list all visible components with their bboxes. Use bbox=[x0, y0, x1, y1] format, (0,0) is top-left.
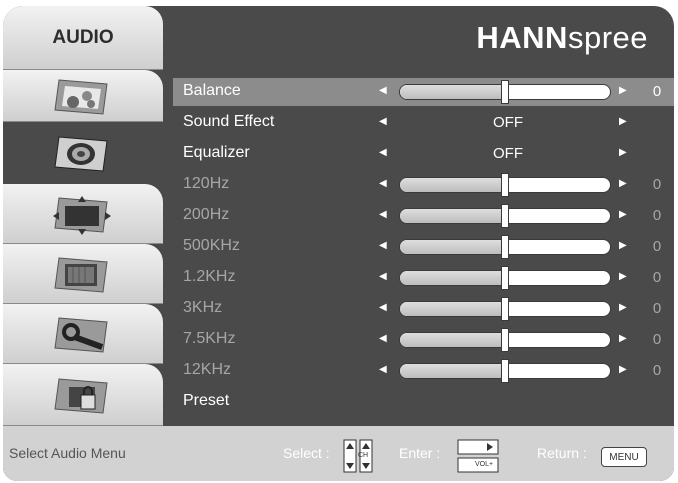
setting-row-sound-effect[interactable]: Sound Effect ◀ ▶ OFF bbox=[173, 109, 674, 137]
left-arrow-icon[interactable]: ◀ bbox=[379, 116, 387, 127]
setting-value: 0 bbox=[652, 207, 662, 224]
right-arrow-icon[interactable]: ▶ bbox=[619, 271, 627, 282]
slider-knob[interactable] bbox=[501, 235, 509, 259]
setting-value: OFF bbox=[493, 145, 523, 162]
right-arrow-icon[interactable]: ▶ bbox=[619, 116, 627, 127]
left-arrow-icon[interactable]: ◀ bbox=[379, 364, 387, 375]
left-arrow-icon[interactable]: ◀ bbox=[379, 209, 387, 220]
left-arrow-icon[interactable]: ◀ bbox=[379, 240, 387, 251]
right-arrow-icon[interactable]: ▶ bbox=[619, 147, 627, 158]
setting-label: 3KHz bbox=[183, 299, 223, 316]
setting-label: 500KHz bbox=[183, 237, 240, 254]
right-arrow-icon[interactable]: ▶ bbox=[619, 364, 627, 375]
right-arrow-icon[interactable]: ▶ bbox=[619, 209, 627, 220]
right-arrow-icon[interactable]: ▶ bbox=[619, 240, 627, 251]
pc-monitor-icon bbox=[51, 252, 113, 296]
setting-value: 0 bbox=[652, 83, 662, 100]
sidebar-tab-speaker[interactable] bbox=[3, 122, 163, 184]
setting-label: 7.5KHz bbox=[183, 330, 236, 347]
setting-value: 0 bbox=[652, 238, 662, 255]
select-label: Select : bbox=[283, 445, 330, 461]
right-arrow-icon[interactable]: ▶ bbox=[619, 178, 627, 189]
setting-row-balance[interactable]: Balance ◀ ▶ 0 bbox=[173, 78, 674, 106]
sidebar: AUDIO bbox=[3, 6, 163, 426]
right-arrow-icon[interactable]: ▶ bbox=[619, 85, 627, 96]
setting-label: 12KHz bbox=[183, 361, 232, 378]
audio-osd-menu: HANNspree AUDIO Balance ◀ ▶ 0 Sound Effect ◀ ▶… bbox=[0, 0, 678, 483]
sidebar-tab-picture-settings[interactable] bbox=[3, 70, 163, 122]
setting-label: Preset bbox=[183, 392, 230, 409]
slider-fill bbox=[400, 209, 505, 223]
sidebar-tab-wrench-setup[interactable] bbox=[3, 304, 163, 364]
vol-key-label: VOL+ bbox=[475, 461, 494, 468]
slider-knob[interactable] bbox=[501, 266, 509, 290]
setting-value: 0 bbox=[652, 362, 662, 379]
setting-label: Sound Effect bbox=[183, 113, 275, 130]
picture-settings-icon bbox=[51, 74, 113, 118]
speaker-icon bbox=[51, 131, 113, 175]
setting-row-3khz[interactable]: 3KHz ◀ ▶ 0 bbox=[173, 295, 674, 323]
slider-fill bbox=[400, 178, 505, 192]
right-arrow-icon[interactable]: ▶ bbox=[619, 302, 627, 313]
slider-knob[interactable] bbox=[501, 297, 509, 321]
setting-row-equalizer[interactable]: Equalizer ◀ ▶ OFF bbox=[173, 140, 674, 168]
setting-label: Balance bbox=[183, 82, 241, 99]
left-arrow-icon[interactable]: ◀ bbox=[379, 302, 387, 313]
sidebar-tab-parental-lock[interactable] bbox=[3, 364, 163, 426]
footer-hint: Select Audio Menu bbox=[9, 445, 126, 461]
right-arrow-icon[interactable]: ▶ bbox=[619, 333, 627, 344]
setting-value: OFF bbox=[493, 114, 523, 131]
setting-row-preset[interactable]: Preset bbox=[173, 388, 674, 416]
sidebar-tab-screen-position[interactable] bbox=[3, 184, 163, 244]
enter-label: Enter : bbox=[399, 445, 441, 461]
setting-value: 0 bbox=[652, 300, 662, 317]
slider-knob[interactable] bbox=[501, 359, 509, 383]
setting-row-1-2khz[interactable]: 1.2KHz ◀ ▶ 0 bbox=[173, 264, 674, 292]
left-arrow-icon[interactable]: ◀ bbox=[379, 333, 387, 344]
setting-row-200hz[interactable]: 200Hz ◀ ▶ 0 bbox=[173, 202, 674, 230]
setting-value: 0 bbox=[652, 176, 662, 193]
brand-logo: HANNspree bbox=[476, 20, 648, 55]
left-arrow-icon[interactable]: ◀ bbox=[379, 178, 387, 189]
vol-plus-icon: VOL+ bbox=[457, 439, 499, 473]
footer-help-bar: Select Audio Menu Select : CH Enter : VO… bbox=[3, 426, 674, 481]
slider-fill bbox=[400, 271, 505, 285]
setting-value: 0 bbox=[652, 269, 662, 286]
osd-frame: HANNspree AUDIO Balance ◀ ▶ 0 Sound Effect ◀ ▶… bbox=[3, 6, 674, 481]
slider-fill bbox=[400, 333, 505, 347]
slider-knob[interactable] bbox=[501, 80, 509, 104]
slider-knob[interactable] bbox=[501, 328, 509, 352]
setting-row-12khz[interactable]: 12KHz ◀ ▶ 0 bbox=[173, 357, 674, 385]
setting-row-120hz[interactable]: 120Hz ◀ ▶ 0 bbox=[173, 171, 674, 199]
setting-row-7-5khz[interactable]: 7.5KHz ◀ ▶ 0 bbox=[173, 326, 674, 354]
ch-updown-icon: CH bbox=[343, 439, 373, 473]
tab-audio-title: AUDIO bbox=[3, 6, 163, 70]
setting-label: 1.2KHz bbox=[183, 268, 236, 285]
slider-knob[interactable] bbox=[501, 173, 509, 197]
return-label: Return : bbox=[537, 445, 587, 461]
slider-fill bbox=[400, 302, 505, 316]
slider-knob[interactable] bbox=[501, 204, 509, 228]
slider-fill bbox=[400, 85, 505, 99]
slider-fill bbox=[400, 240, 505, 254]
setting-value: 0 bbox=[652, 331, 662, 348]
menu-key: MENU bbox=[601, 447, 647, 467]
setting-label: 200Hz bbox=[183, 206, 230, 223]
wrench-setup-icon bbox=[51, 312, 113, 356]
parental-lock-icon bbox=[51, 373, 113, 417]
slider-fill bbox=[400, 364, 505, 378]
page-title: AUDIO bbox=[52, 27, 114, 48]
setting-row-500khz[interactable]: 500KHz ◀ ▶ 0 bbox=[173, 233, 674, 261]
setting-label: 120Hz bbox=[183, 175, 230, 192]
left-arrow-icon[interactable]: ◀ bbox=[379, 85, 387, 96]
left-arrow-icon[interactable]: ◀ bbox=[379, 271, 387, 282]
ch-key-label: CH bbox=[358, 452, 369, 459]
screen-position-icon bbox=[51, 192, 113, 236]
left-arrow-icon[interactable]: ◀ bbox=[379, 147, 387, 158]
setting-label: Equalizer bbox=[183, 144, 250, 161]
sidebar-tab-pc-monitor[interactable] bbox=[3, 244, 163, 304]
